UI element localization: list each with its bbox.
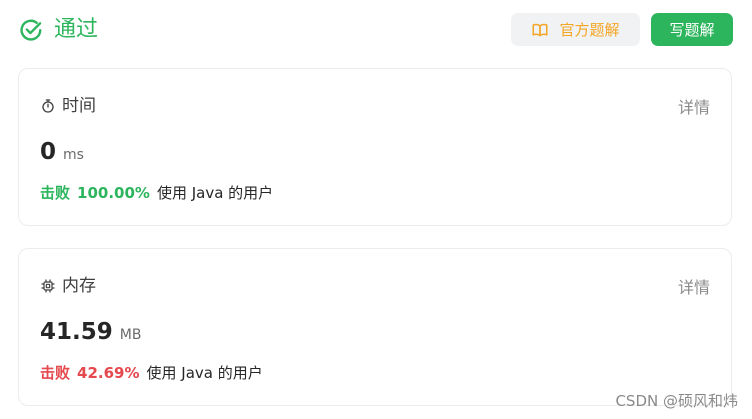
memory-metric: 41.59 MB xyxy=(40,319,141,345)
runtime-title: 时间 xyxy=(40,95,96,117)
official-solution-button[interactable]: 官方题解 xyxy=(511,13,640,46)
runtime-beats-suffix: 使用 Java 的用户 xyxy=(156,184,274,202)
memory-beats-label: 击败 xyxy=(40,364,71,382)
runtime-card: 时间 详情 0 ms 击败 100.00% 使用 Java 的用户 xyxy=(18,68,732,226)
runtime-unit: ms xyxy=(63,147,84,163)
memory-unit: MB xyxy=(119,327,142,343)
memory-detail-link[interactable]: 详情 xyxy=(678,274,710,298)
runtime-metric: 0 ms xyxy=(40,139,84,165)
book-icon xyxy=(531,21,549,39)
runtime-value: 0 xyxy=(40,139,57,165)
result-header: 通过 官方题解 写题解 xyxy=(18,12,733,48)
memory-beats-percent: 42.69% xyxy=(77,364,140,382)
stopwatch-icon xyxy=(40,98,56,114)
memory-value: 41.59 xyxy=(40,319,113,345)
official-solution-label: 官方题解 xyxy=(559,21,620,39)
runtime-beats: 击败 100.00% 使用 Java 的用户 xyxy=(40,183,273,203)
watermark-text: CSDN @硕风和炜 xyxy=(615,392,738,410)
memory-beats-suffix: 使用 Java 的用户 xyxy=(146,364,263,382)
chip-icon xyxy=(40,278,56,294)
memory-card: 内存 详情 41.59 MB 击败 42.69% 使用 Java 的用户 xyxy=(18,248,732,406)
memory-title: 内存 xyxy=(40,275,96,297)
write-solution-button[interactable]: 写题解 xyxy=(651,13,733,46)
status-indicator: 通过 xyxy=(18,14,98,46)
check-circle-icon xyxy=(18,17,44,43)
submission-result-page: 通过 官方题解 写题解 时间 详情 0 ms 击败 100.00% 使用 Jav… xyxy=(0,0,752,419)
runtime-detail-link[interactable]: 详情 xyxy=(678,94,710,118)
memory-beats: 击败 42.69% 使用 Java 的用户 xyxy=(40,363,263,383)
runtime-beats-label: 击败 xyxy=(40,184,71,202)
runtime-title-label: 时间 xyxy=(62,96,96,116)
runtime-beats-percent: 100.00% xyxy=(77,184,150,202)
memory-title-label: 内存 xyxy=(62,276,96,296)
status-label: 通过 xyxy=(54,17,99,42)
